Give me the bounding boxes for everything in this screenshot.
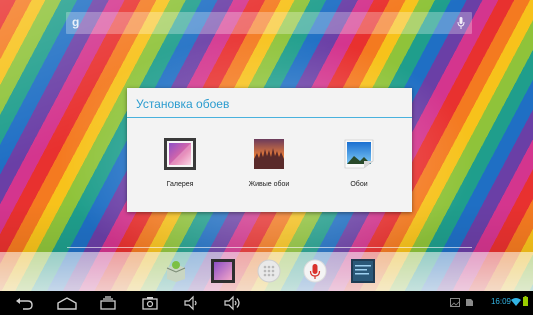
google-search-bar[interactable]: g (66, 12, 472, 34)
mic-icon[interactable] (457, 17, 465, 29)
screenshot-icon[interactable] (140, 295, 160, 311)
all-apps-icon[interactable] (256, 258, 282, 284)
option-wallpapers[interactable]: Обои (319, 137, 399, 188)
back-icon[interactable] (14, 295, 34, 311)
google-g-icon: g (72, 15, 80, 29)
battery-icon (523, 296, 528, 306)
tasks-icon[interactable] (350, 258, 376, 284)
home-icon[interactable] (56, 295, 78, 311)
voice-search-icon[interactable] (302, 258, 328, 284)
navigation-bar: 16:09 (0, 291, 533, 315)
gallery-app-icon[interactable] (210, 258, 236, 284)
dialog-divider (127, 117, 412, 118)
option-label: Галерея (166, 181, 194, 188)
status-clock: 16:09 (490, 297, 511, 306)
gallery-icon (164, 138, 196, 170)
volume-down-icon[interactable] (182, 295, 202, 311)
dock (0, 252, 533, 291)
option-gallery[interactable]: Галерея (140, 137, 220, 188)
wallpaper-chooser-dialog: Установка обоев Галерея Живые обои Обои (127, 88, 412, 212)
option-live-wallpapers[interactable]: Живые обои (229, 137, 309, 188)
recent-apps-icon[interactable] (98, 295, 118, 311)
volume-up-icon[interactable] (222, 295, 244, 311)
dialog-title: Установка обоев (136, 97, 230, 111)
notification-sd-icon (466, 299, 473, 306)
option-label: Живые обои (248, 181, 290, 188)
option-label: Обои (350, 181, 368, 188)
notification-image-icon (450, 298, 460, 307)
app-store-icon[interactable] (163, 258, 189, 284)
live-wallpapers-icon (254, 139, 284, 169)
wifi-icon (511, 298, 521, 306)
hotseat-divider (67, 247, 472, 248)
wallpapers-icon (344, 139, 374, 169)
